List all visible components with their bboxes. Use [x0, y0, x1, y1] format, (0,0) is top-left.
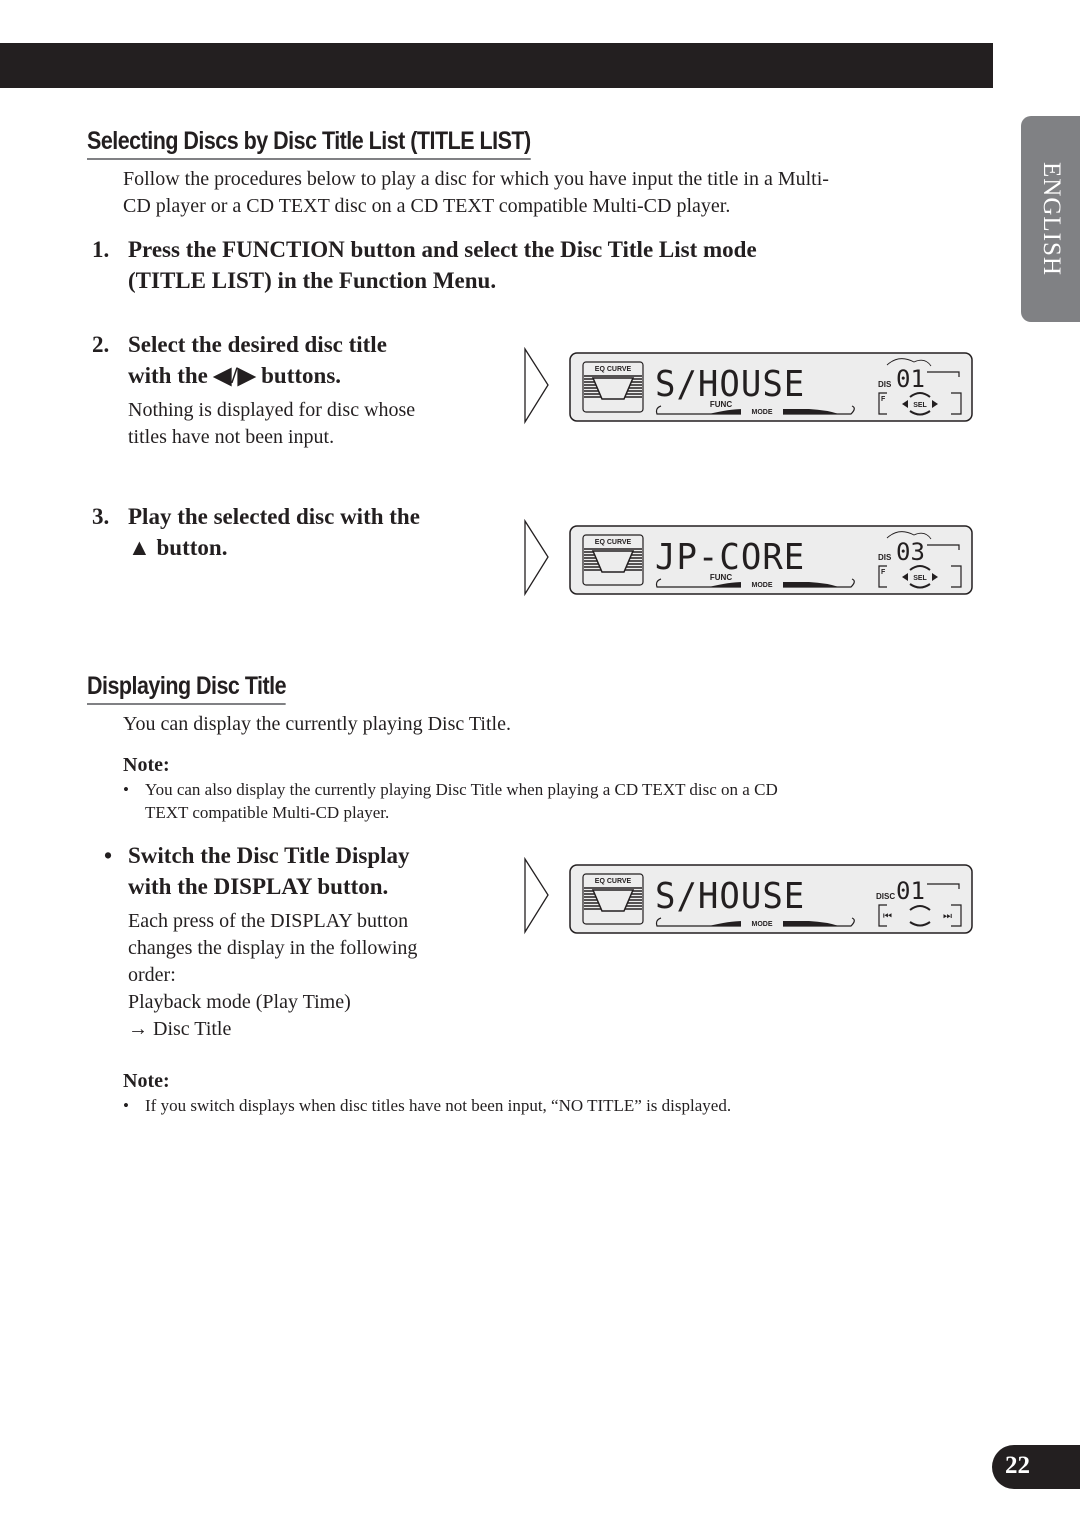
section-intro: Follow the procedures below to play a di… — [123, 166, 829, 220]
desc-line: order: — [128, 964, 176, 986]
lcd-title-text: S/HOUSE — [655, 876, 805, 917]
eq-curve-label: EQ CURVE — [595, 878, 632, 885]
intro-line: Follow the procedures below to play a di… — [123, 168, 829, 190]
note-title: Note: — [123, 1070, 170, 1092]
f-label: F — [881, 396, 886, 403]
header-bar — [0, 43, 993, 88]
bullet: • — [123, 1096, 129, 1115]
disc-label: DIS — [878, 380, 892, 389]
eq-curve-label: EQ CURVE — [595, 539, 632, 546]
bullet: • — [104, 843, 113, 868]
pointer-arrow-icon — [524, 857, 549, 935]
note-text: You can also display the currently playi… — [145, 780, 778, 799]
next-track-icon: ⏭ — [943, 911, 952, 922]
lcd-display-2: EQ CURVE JP-COREMODEFUNCDIS 03FSEL — [569, 525, 973, 595]
step-text: Switch the Disc Title Display — [128, 843, 410, 868]
disc-label: DISC — [876, 892, 895, 901]
eq-curve-label: EQ CURVE — [595, 366, 632, 373]
mode-label: MODE — [752, 582, 773, 589]
step-3: 3. Play the selected disc with the ▲ but… — [92, 501, 420, 563]
desc-line: Each press of the DISPLAY button — [128, 910, 409, 932]
step-1: 1. Press the FUNCTION button and select … — [92, 234, 757, 296]
display-step-description: Each press of the DISPLAY button changes… — [128, 908, 417, 1043]
bullet: • — [123, 780, 129, 799]
pointer-arrow-icon — [524, 519, 549, 597]
language-tab-label: ENGLISH — [1037, 162, 1065, 276]
disc-number: 01 — [896, 365, 925, 393]
disc-number: 01 — [896, 877, 925, 905]
page-number: 22 — [1005, 1452, 1030, 1479]
section2-intro: You can display the currently playing Di… — [123, 713, 511, 735]
bullet-step-display: • Switch the Disc Title Display with the… — [104, 840, 410, 902]
sel-label: SEL — [913, 575, 927, 582]
note-text: If you switch displays when disc titles … — [145, 1096, 732, 1115]
func-label: FUNC — [710, 400, 732, 409]
disc-number: 03 — [896, 538, 925, 566]
intro-line: CD player or a CD TEXT disc on a CD TEXT… — [123, 195, 731, 217]
mode-label: MODE — [752, 409, 773, 416]
mode-label: MODE — [752, 921, 773, 928]
sel-label: SEL — [913, 402, 927, 409]
section-heading-displaying-disc-title: Displaying Disc Title — [87, 672, 287, 705]
step-text: (TITLE LIST) in the Function Menu. — [128, 268, 497, 293]
note-item: • You can also display the currently pla… — [123, 778, 943, 824]
f-label: F — [881, 569, 886, 576]
note-title: Note: — [123, 754, 170, 776]
step-text: with the DISPLAY button. — [128, 874, 389, 899]
section-heading-title-list: Selecting Discs by Disc Title List (TITL… — [87, 127, 531, 160]
lcd-display-3: EQ CURVE S/HOUSE MODE DISC 01 ⏮ ⏭ — [569, 864, 973, 934]
language-tab: ENGLISH — [1021, 116, 1080, 322]
page-number-badge: 22 — [992, 1445, 1080, 1489]
step-2-description: Nothing is displayed for disc whose titl… — [128, 397, 415, 451]
lcd-display-1: EQ CURVE S/HOUSEMODEFUNCDIS 01FSEL — [569, 352, 973, 422]
disc-label: DIS — [878, 553, 892, 562]
step-number: 2. — [92, 332, 110, 357]
desc-line: Nothing is displayed for disc whose — [128, 399, 416, 421]
desc-line: Playback mode (Play Time) — [128, 991, 351, 1013]
pointer-arrow-icon — [524, 347, 549, 425]
step-text: Select the desired disc title — [128, 332, 387, 357]
step-text: ▲ button. — [128, 535, 228, 560]
prev-track-icon: ⏮ — [883, 911, 892, 922]
note-text: TEXT compatible Multi-CD player. — [145, 803, 390, 822]
step-text: Press the FUNCTION button and select the… — [128, 237, 757, 262]
step-2: 2. Select the desired disc title with th… — [92, 329, 387, 391]
note-item: • If you switch displays when disc title… — [123, 1094, 943, 1117]
desc-line: → Disc Title — [128, 1018, 232, 1040]
step-text: with the ◀/▶ buttons. — [128, 363, 342, 388]
step-number: 3. — [92, 504, 110, 529]
desc-line: changes the display in the following — [128, 937, 418, 959]
func-label: FUNC — [710, 573, 732, 582]
desc-line: titles have not been input. — [128, 426, 335, 448]
step-text: Play the selected disc with the — [128, 504, 420, 529]
step-number: 1. — [92, 237, 110, 262]
